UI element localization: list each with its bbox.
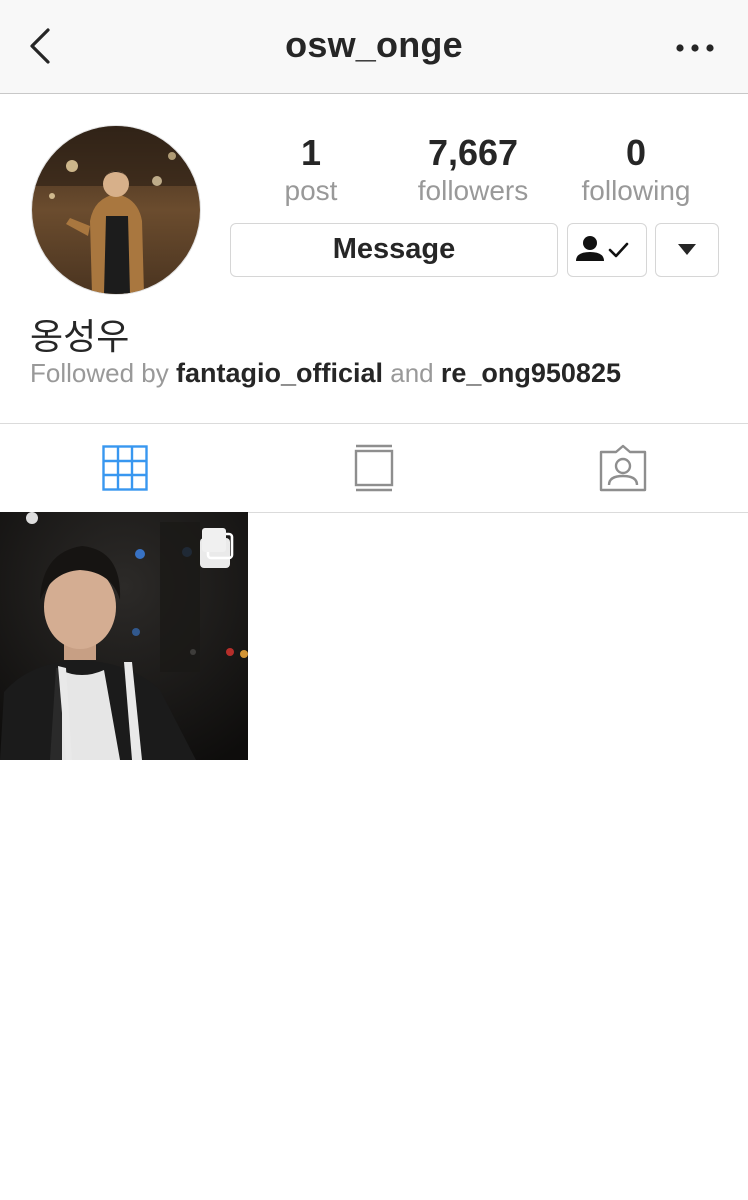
followed-by-prefix: Followed by [30, 358, 169, 388]
followed-by-user-link[interactable]: fantagio_official [176, 358, 383, 388]
grid-icon [101, 445, 148, 491]
more-options-button[interactable] [670, 30, 720, 66]
profile-username-title: osw_onge [285, 24, 463, 65]
followed-by-conjunction: and [390, 358, 434, 388]
followed-by-text: Followed by fantagio_official and re_ong… [30, 358, 621, 389]
feed-icon [354, 444, 393, 492]
message-button[interactable]: Message [230, 223, 558, 277]
avatar-photo [32, 126, 200, 294]
person-check-icon [576, 236, 629, 261]
profile-avatar[interactable] [31, 125, 201, 295]
posts-count: 1 post [236, 132, 386, 208]
tab-grid-view[interactable] [0, 424, 249, 512]
following-count-label: following [581, 175, 691, 206]
tab-feed-view[interactable] [249, 424, 498, 512]
multiple-photos-icon [202, 528, 234, 560]
following-status-button[interactable] [567, 223, 647, 277]
profile-view-tabs [0, 423, 748, 513]
profile-display-name: 옹성우 [30, 317, 130, 358]
following-count[interactable]: 0 following [561, 132, 711, 208]
followers-count[interactable]: 7,667 followers [398, 132, 548, 208]
posts-count-label: post [284, 175, 338, 206]
followers-count-label: followers [417, 175, 529, 206]
tab-tagged-view[interactable] [498, 424, 747, 512]
suggestions-dropdown-button[interactable] [655, 223, 719, 277]
top-nav-bar: osw_onge [0, 0, 748, 94]
following-count-value: 0 [625, 132, 647, 173]
post-thumbnail[interactable] [0, 512, 248, 760]
posts-count-value: 1 [300, 132, 322, 173]
followed-by-user-link[interactable]: re_ong950825 [441, 358, 621, 388]
more-horizontal-icon [676, 44, 714, 52]
caret-down-icon [678, 244, 696, 255]
followers-count-value: 7,667 [427, 132, 519, 173]
tagged-icon [599, 444, 646, 492]
